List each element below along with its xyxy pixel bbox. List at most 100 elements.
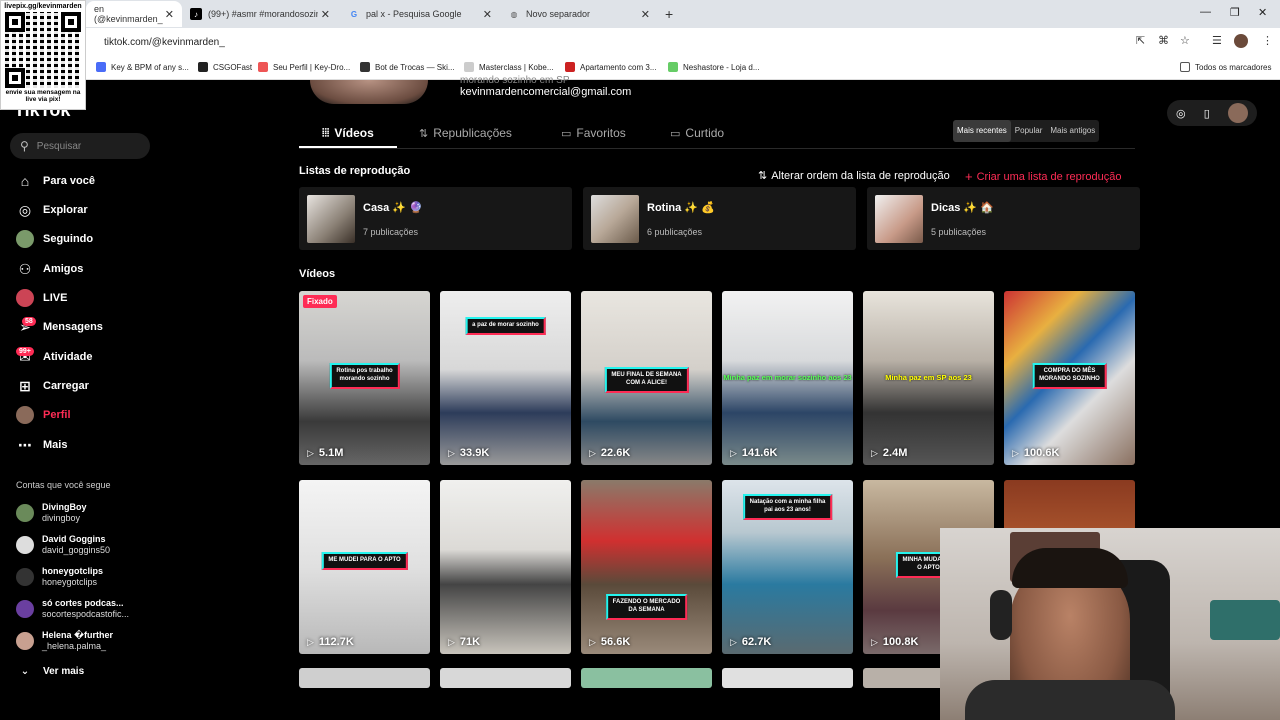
- kebab-menu-icon[interactable]: ⋮: [1262, 34, 1273, 47]
- video-thumbnail[interactable]: Minha paz em morar sozinho aos 23 ▷ 141.6…: [722, 291, 853, 465]
- new-tab-icon[interactable]: +: [665, 6, 673, 22]
- play-icon: ▷: [730, 636, 737, 647]
- video-thumbnail[interactable]: [581, 668, 712, 688]
- playlist-card[interactable]: Rotina ✨ 💰 6 publicações: [583, 187, 856, 250]
- tab-new[interactable]: ◍ Novo separador ✕: [500, 1, 658, 27]
- view-count-text: 22.6K: [600, 447, 631, 459]
- sidebar-item-seguindo[interactable]: Seguindo: [16, 230, 93, 248]
- video-caption: FAZENDO O MERCADO DA SEMANA: [605, 594, 688, 620]
- followed-account[interactable]: David Goggins david_goggins50: [16, 534, 110, 556]
- video-caption: ME MUDEI PARA O APTO: [321, 552, 408, 570]
- video-thumbnail[interactable]: Fixado Rotina pos trabalho morando sozinh…: [299, 291, 430, 465]
- video-thumbnail[interactable]: FAZENDO O MERCADO DA SEMANA ▷ 56.6K: [581, 480, 712, 654]
- home-icon: ⌂: [20, 173, 30, 189]
- video-thumbnail[interactable]: Minha paz em SP aos 23 ▷ 2.4M: [863, 291, 994, 465]
- maximize-icon[interactable]: ❐: [1230, 6, 1240, 19]
- bookmarks-bar: Key & BPM of any s... CSGOFast Seu Perfi…: [0, 56, 1280, 80]
- avatar: [16, 535, 34, 554]
- account-handle: _helena.palma_: [42, 640, 107, 651]
- create-playlist-button[interactable]: + Criar uma lista de reprodução: [965, 169, 1122, 184]
- minimize-icon[interactable]: —: [1200, 6, 1211, 18]
- playlists-title: Listas de reprodução: [299, 165, 411, 177]
- followed-account[interactable]: só cortes podcas... socortespodcastofic..…: [16, 598, 129, 620]
- playlist-count: 7 publicações: [363, 227, 419, 237]
- video-thumbnail[interactable]: ▷ 71K: [440, 480, 571, 654]
- bookmark-item[interactable]: Seu Perfil | Key-Dro...: [258, 62, 350, 72]
- sort-toggle: Mais recentes Popular Mais antigos: [953, 120, 1100, 142]
- tab-google-search[interactable]: G pal x - Pesquisa Google ✕: [340, 1, 500, 27]
- video-thumbnail[interactable]: a paz de morar sozinho ▷ 33.9K: [440, 291, 571, 465]
- account-handle: honeygotclips: [42, 576, 98, 587]
- video-thumbnail[interactable]: MEU FINAL DE SEMANA COM A ALICE! ▷ 22.6K: [581, 291, 712, 465]
- sort-recent-button[interactable]: Mais recentes: [953, 120, 1011, 142]
- sort-oldest-button[interactable]: Mais antigos: [1046, 120, 1099, 142]
- sidebar-item-label: LIVE: [43, 292, 68, 304]
- sort-popular-button[interactable]: Popular: [1011, 120, 1047, 142]
- bookmark-item[interactable]: Apartamento com 3...: [565, 62, 656, 72]
- bookmark-item[interactable]: Masterclass | Kobe...: [464, 62, 554, 72]
- reorder-playlists-button[interactable]: ⇅ Alterar ordem da lista de reprodução: [758, 169, 950, 183]
- following-header: Contas que você segue: [16, 480, 111, 490]
- search-icon: ⚲: [20, 139, 29, 153]
- star-icon[interactable]: ☆: [1180, 34, 1190, 47]
- heart-icon: ▭: [670, 127, 681, 140]
- playlist-card[interactable]: Dicas ✨ 🏠 5 publicações: [867, 187, 1140, 250]
- window-close-icon[interactable]: ✕: [1258, 6, 1267, 19]
- view-count-text: 2.4M: [882, 447, 908, 459]
- sidebar-item-live[interactable]: LIVE: [16, 289, 67, 307]
- bookmark-item[interactable]: CSGOFast: [198, 62, 252, 72]
- view-count-text: 100.8K: [882, 636, 919, 648]
- followed-account[interactable]: DivingBoy divingboy: [16, 502, 87, 524]
- bookmark-label: Seu Perfil | Key-Dro...: [273, 62, 351, 72]
- video-thumbnail[interactable]: [299, 668, 430, 688]
- close-icon[interactable]: ✕: [641, 8, 650, 21]
- view-count: ▷ 56.6K: [589, 636, 630, 648]
- browser-tab-bar: en (@kevinmarden_ ✕ ♪ (99+) #asmr #moran…: [0, 0, 1280, 28]
- see-more-link[interactable]: ⌄ Ver mais: [16, 662, 84, 680]
- tab-curtido[interactable]: ▭ Curtido: [670, 126, 724, 140]
- tab-videos[interactable]: ⦙⦙⦙ Vídeos: [322, 126, 374, 140]
- close-icon[interactable]: ✕: [483, 8, 492, 21]
- sidebar-item-amigos[interactable]: ⚇ Amigos: [16, 260, 84, 278]
- reading-list-icon[interactable]: ☰: [1212, 34, 1222, 47]
- tab-favoritos[interactable]: ▭ Favoritos: [561, 126, 626, 140]
- playlist-thumbnail: [591, 195, 639, 243]
- bookmark-item[interactable]: Key & BPM of any s...: [96, 62, 189, 72]
- followed-account[interactable]: Helena �further _helena.palma_: [16, 630, 113, 652]
- browser-profile-avatar[interactable]: [1234, 34, 1248, 48]
- followed-account[interactable]: honeygotclips honeygotclips: [16, 566, 103, 588]
- sidebar-item-para-voce[interactable]: ⌂ Para você: [16, 172, 95, 190]
- tab-republicacoes[interactable]: ⇅ Republicações: [419, 126, 512, 140]
- video-thumbnail[interactable]: [722, 668, 853, 688]
- video-caption: Natação com a minha filha pai aos 23 anos…: [742, 494, 833, 520]
- sidebar-item-explorar[interactable]: ◎ Explorar: [16, 201, 88, 219]
- sidebar-item-mais[interactable]: ⋯ Mais: [16, 436, 67, 454]
- all-bookmarks[interactable]: Todos os marcadores: [1180, 62, 1271, 72]
- translate-icon[interactable]: ⌘: [1158, 34, 1169, 47]
- tab-tiktok-asmr[interactable]: ♪ (99+) #asmr #morandosozinho ✕: [182, 1, 338, 27]
- view-count-text: 141.6K: [741, 447, 778, 459]
- sidebar-item-perfil[interactable]: Perfil: [16, 406, 71, 424]
- video-thumbnail[interactable]: Natação com a minha filha pai aos 23 anos…: [722, 480, 853, 654]
- bookmark-label: Bot de Trocas — Ski...: [375, 62, 455, 72]
- sidebar-item-label: Carregar: [43, 380, 89, 392]
- playlist-card[interactable]: Casa ✨ 🔮 7 publicações: [299, 187, 572, 250]
- video-thumbnail[interactable]: [440, 668, 571, 688]
- url-field[interactable]: tiktok.com/@kevinmarden_: [88, 31, 1128, 53]
- user-avatar[interactable]: [1227, 103, 1248, 123]
- close-icon[interactable]: ✕: [165, 8, 174, 21]
- install-app-icon[interactable]: ⇱: [1136, 34, 1145, 47]
- video-thumbnail[interactable]: COMPRA DO MÊS MORANDO SOZINHO ▷ 100.6K: [1004, 291, 1135, 465]
- video-thumbnail[interactable]: ME MUDEI PARA O APTO ▷ 112.7K: [299, 480, 430, 654]
- tab-tiktok-profile[interactable]: en (@kevinmarden_ ✕: [86, 1, 182, 27]
- search-input[interactable]: ⚲ Pesquisar: [10, 133, 150, 159]
- bookmark-item[interactable]: Neshastore - Loja d...: [668, 62, 759, 72]
- sidebar-item-carregar[interactable]: ⊞ Carregar: [16, 377, 89, 395]
- video-caption: Rotina pos trabalho morando sozinho: [329, 363, 400, 389]
- sidebar-item-label: Atividade: [43, 351, 93, 363]
- compass-icon[interactable]: ◎: [1176, 107, 1186, 120]
- more-icon: ⋯: [18, 436, 32, 453]
- phone-icon[interactable]: ▯: [1204, 107, 1210, 120]
- close-icon[interactable]: ✕: [321, 8, 330, 21]
- bookmark-item[interactable]: Bot de Trocas — Ski...: [360, 62, 455, 72]
